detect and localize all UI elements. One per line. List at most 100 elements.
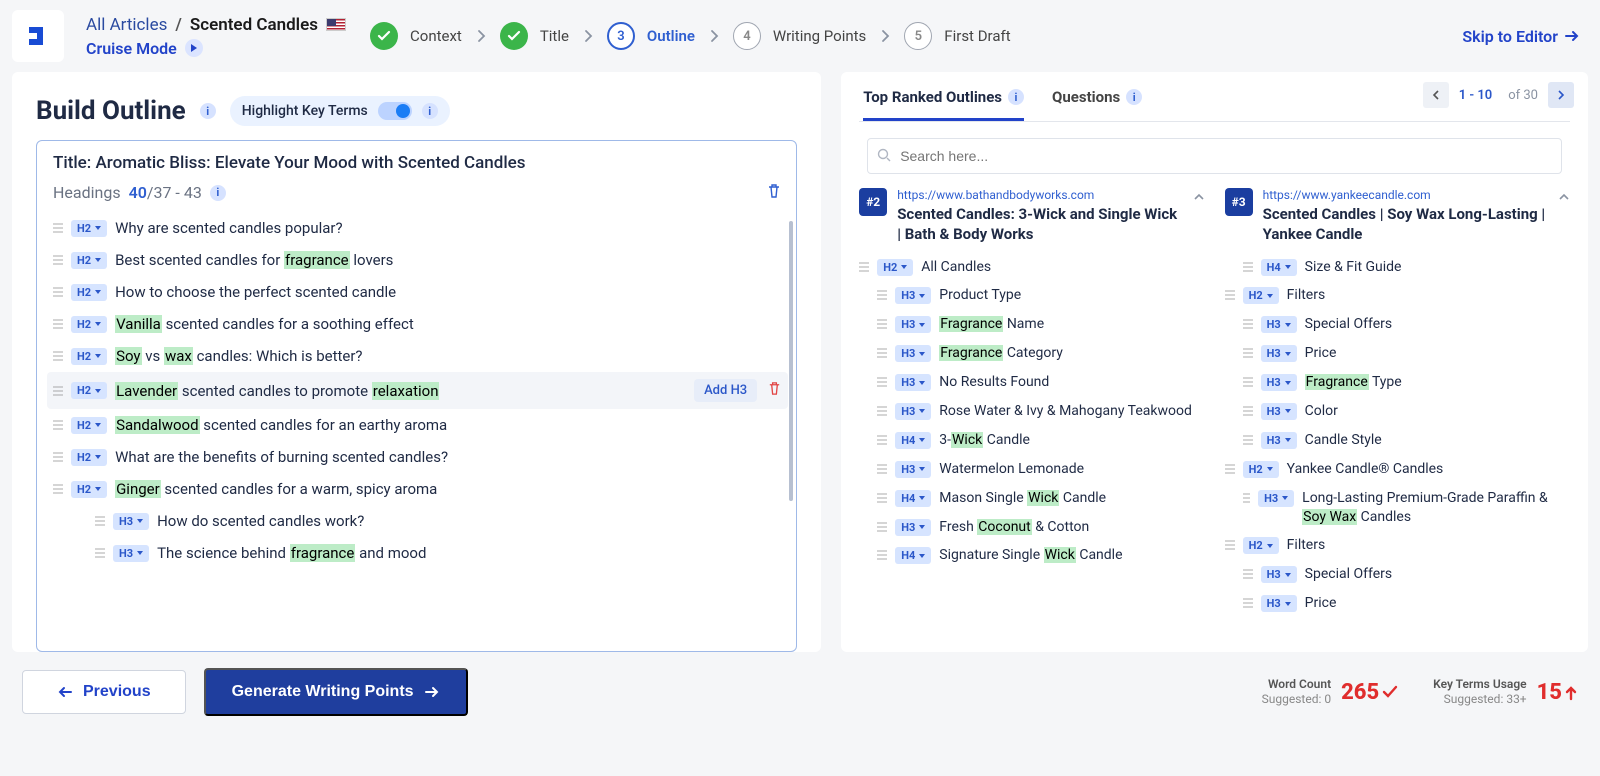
competitor-outline-row[interactable]: H3 Fragrance Category — [859, 339, 1204, 368]
delete-all-button[interactable] — [766, 183, 782, 203]
drag-handle-icon[interactable] — [1225, 290, 1235, 300]
competitor-outline-row[interactable]: H3 Fragrance Type — [1225, 368, 1570, 397]
heading-tag-select[interactable]: H4 — [895, 490, 931, 507]
drag-handle-icon[interactable] — [877, 348, 887, 358]
heading-text[interactable]: Ginger scented candles for a warm, spicy… — [115, 480, 437, 498]
step-title[interactable]: Title — [500, 22, 569, 50]
competitor-outline-row[interactable]: H3 Rose Water & Ivy & Mahogany Teakwood — [859, 397, 1204, 426]
competitor-outline-row[interactable]: H4 Size & Fit Guide — [1225, 253, 1570, 282]
drag-handle-icon[interactable] — [1225, 540, 1235, 550]
heading-tag-select[interactable]: H3 — [895, 287, 931, 304]
collapse-icon[interactable] — [1558, 190, 1570, 245]
heading-text[interactable]: How to choose the perfect scented candle — [115, 283, 396, 301]
highlight-key-terms-toggle[interactable]: Highlight Key Terms i — [230, 96, 450, 126]
competitor-outline-row[interactable]: H4 Signature Single Wick Candle — [859, 541, 1204, 570]
drag-handle-icon[interactable] — [53, 287, 63, 297]
info-icon[interactable]: i — [210, 185, 226, 201]
heading-tag-select[interactable]: H3 — [113, 513, 149, 530]
heading-tag-select[interactable]: H3 — [1261, 595, 1297, 612]
heading-tag-select[interactable]: H4 — [1261, 259, 1297, 276]
heading-tag-select[interactable]: H2 — [71, 316, 107, 333]
heading-text[interactable]: Soy vs wax candles: Which is better? — [115, 347, 362, 365]
heading-tag-select[interactable]: H3 — [1261, 374, 1297, 391]
drag-handle-icon[interactable] — [53, 420, 63, 430]
heading-tag-select[interactable]: H2 — [1243, 287, 1279, 304]
heading-tag-select[interactable]: H3 — [895, 519, 931, 536]
heading-tag-select[interactable]: H2 — [1243, 461, 1279, 478]
competitor-outline-row[interactable]: H3 Fragrance Name — [859, 310, 1204, 339]
heading-tag-select[interactable]: H3 — [895, 374, 931, 391]
skip-to-editor[interactable]: Skip to Editor — [1462, 27, 1580, 46]
drag-handle-icon[interactable] — [53, 319, 63, 329]
drag-handle-icon[interactable] — [53, 223, 63, 233]
scrollbar[interactable] — [789, 221, 793, 501]
competitor-outline-row[interactable]: H3 Fresh Coconut & Cotton — [859, 513, 1204, 542]
drag-handle-icon[interactable] — [877, 493, 887, 503]
drag-handle-icon[interactable] — [53, 255, 63, 265]
heading-tag-select[interactable]: H2 — [71, 348, 107, 365]
heading-text[interactable]: Sandalwood scented candles for an earthy… — [115, 416, 447, 434]
drag-handle-icon[interactable] — [95, 516, 105, 526]
tab-questions[interactable]: Questionsi — [1052, 86, 1142, 121]
competitor-outline-row[interactable]: H2 All Candles — [859, 253, 1204, 282]
competitor-outline-row[interactable]: H3 Special Offers — [1225, 310, 1570, 339]
drag-handle-icon[interactable] — [877, 406, 887, 416]
drag-handle-icon[interactable] — [1243, 262, 1253, 272]
heading-tag-select[interactable]: H3 — [1261, 432, 1297, 449]
heading-text[interactable]: Lavender scented candles to promote rela… — [115, 382, 439, 400]
drag-handle-icon[interactable] — [877, 319, 887, 329]
search-input[interactable] — [867, 138, 1562, 174]
heading-tag-select[interactable]: H3 — [1261, 316, 1297, 333]
competitor-outline-row[interactable]: H2 Yankee Candle® Candles — [1225, 455, 1570, 484]
competitor-outline-row[interactable]: H3 Product Type — [859, 281, 1204, 310]
heading-tag-select[interactable]: H3 — [895, 403, 931, 420]
drag-handle-icon[interactable] — [877, 464, 887, 474]
heading-tag-select[interactable]: H3 — [895, 461, 931, 478]
add-h3-button[interactable]: Add H3 — [694, 379, 757, 402]
heading-tag-select[interactable]: H4 — [895, 547, 931, 564]
heading-text[interactable]: How do scented candles work? — [157, 512, 364, 530]
drag-handle-icon[interactable] — [1225, 464, 1235, 474]
drag-handle-icon[interactable] — [877, 550, 887, 560]
drag-handle-icon[interactable] — [859, 262, 869, 272]
info-icon[interactable]: i — [422, 103, 438, 119]
competitor-outline-row[interactable]: H3 No Results Found — [859, 368, 1204, 397]
competitor-outline-row[interactable]: H4 Mason Single Wick Candle — [859, 484, 1204, 513]
breadcrumb-root[interactable]: All Articles — [86, 15, 167, 35]
drag-handle-icon[interactable] — [53, 351, 63, 361]
pager-next[interactable] — [1548, 82, 1574, 108]
drag-handle-icon[interactable] — [877, 435, 887, 445]
heading-tag-select[interactable]: H2 — [71, 449, 107, 466]
competitor-outline-row[interactable]: H3 Long-Lasting Premium-Grade Paraffin &… — [1225, 484, 1570, 532]
step-context[interactable]: Context — [370, 22, 462, 50]
heading-tag-select[interactable]: H2 — [71, 220, 107, 237]
heading-text[interactable]: Best scented candles for fragrance lover… — [115, 251, 393, 269]
cruise-mode-button[interactable]: Cruise Mode — [86, 39, 346, 58]
heading-tag-select[interactable]: H2 — [71, 481, 107, 498]
competitor-outline-row[interactable]: H4 3-Wick Candle — [859, 426, 1204, 455]
heading-tag-select[interactable]: H3 — [1261, 566, 1297, 583]
drag-handle-icon[interactable] — [53, 386, 63, 396]
app-logo[interactable] — [12, 10, 64, 62]
heading-tag-select[interactable]: H2 — [877, 259, 913, 276]
drag-handle-icon[interactable] — [1243, 569, 1253, 579]
heading-text[interactable]: The science behind fragrance and mood — [157, 544, 426, 562]
step-writing-points[interactable]: 4Writing Points — [733, 22, 866, 50]
drag-handle-icon[interactable] — [877, 290, 887, 300]
competitor-outline-row[interactable]: H2 Filters — [1225, 531, 1570, 560]
heading-tag-select[interactable]: H3 — [1258, 490, 1294, 507]
heading-tag-select[interactable]: H2 — [71, 252, 107, 269]
drag-handle-icon[interactable] — [1243, 377, 1253, 387]
heading-tag-select[interactable]: H3 — [1261, 345, 1297, 362]
drag-handle-icon[interactable] — [53, 484, 63, 494]
competitor-url[interactable]: https://www.bathandbodyworks.com — [897, 188, 1182, 202]
drag-handle-icon[interactable] — [95, 548, 105, 558]
step-first-draft[interactable]: 5First Draft — [904, 22, 1010, 50]
drag-handle-icon[interactable] — [1243, 435, 1253, 445]
heading-tag-select[interactable]: H3 — [1261, 403, 1297, 420]
competitor-outline-row[interactable]: H2 Filters — [1225, 281, 1570, 310]
drag-handle-icon[interactable] — [1243, 406, 1253, 416]
pager-prev[interactable] — [1423, 82, 1449, 108]
heading-tag-select[interactable]: H2 — [71, 417, 107, 434]
drag-handle-icon[interactable] — [1243, 598, 1253, 608]
